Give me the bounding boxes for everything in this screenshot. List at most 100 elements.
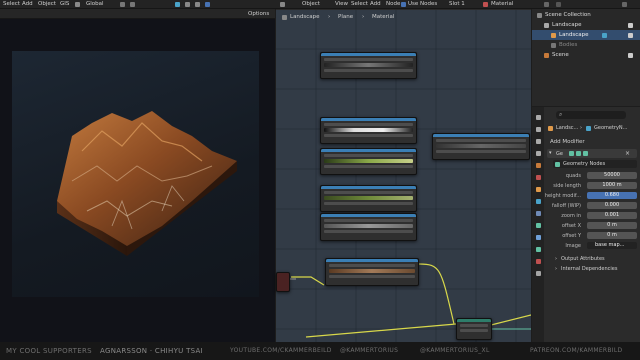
- 3d-viewport[interactable]: [0, 19, 275, 342]
- modifier-header[interactable]: ▾ Ge ×: [547, 149, 637, 158]
- footer-youtube: YOUTUBE.COM/CKAMMERBEILD: [230, 347, 332, 354]
- collection-icon: [544, 23, 549, 28]
- xray-icon[interactable]: [185, 2, 190, 7]
- falloff-slider[interactable]: 0.000: [587, 202, 637, 209]
- footer-supporters: AGNARSSON · CHIHYU TSAI: [100, 347, 203, 355]
- outliner-editor-icon[interactable]: [544, 2, 549, 7]
- options-dropdown[interactable]: Options: [248, 11, 269, 17]
- footer-instagram: @KAMMERTORIUS_XL: [420, 347, 490, 354]
- offset-y-field[interactable]: 0 m: [587, 232, 637, 239]
- edit-mode-icon[interactable]: [569, 151, 574, 156]
- output-attributes-panel[interactable]: › Output Attributes: [553, 255, 637, 263]
- data-tab-icon[interactable]: [536, 247, 541, 252]
- visibility-icon[interactable]: [628, 53, 633, 58]
- outliner-row[interactable]: Scene: [532, 50, 640, 60]
- color-ramp-node[interactable]: [320, 213, 417, 241]
- color-ramp-node[interactable]: [320, 117, 417, 144]
- material-name[interactable]: Material: [491, 1, 513, 7]
- breadcrumb-material: Material: [372, 14, 395, 20]
- color-ramp-node[interactable]: [320, 52, 417, 79]
- tool-tab-icon[interactable]: [536, 115, 541, 120]
- node-menu-view[interactable]: View: [335, 1, 348, 7]
- view-layer-tab-icon[interactable]: [536, 151, 541, 156]
- color-ramp-node[interactable]: [320, 185, 417, 212]
- mix-node[interactable]: [432, 133, 530, 160]
- menu-object[interactable]: Object: [38, 1, 56, 7]
- height-modifier-slider[interactable]: 0.680: [587, 192, 637, 199]
- object-icon: [548, 126, 553, 131]
- side-length-field[interactable]: 1000 m: [587, 182, 637, 189]
- menu-select[interactable]: Select: [3, 1, 20, 7]
- close-icon[interactable]: ×: [625, 150, 630, 157]
- visibility-icon[interactable]: [628, 33, 633, 38]
- image-texture-node[interactable]: [276, 272, 290, 292]
- outliner-row[interactable]: Bodies: [532, 40, 640, 50]
- shading-rendered-icon[interactable]: [205, 2, 210, 7]
- proportional-icon[interactable]: [130, 2, 135, 7]
- editor-type-icon[interactable]: [280, 2, 285, 7]
- object-tab-icon[interactable]: [536, 187, 541, 192]
- internal-dependencies-panel[interactable]: › Internal Dependencies: [553, 265, 637, 273]
- menu-add[interactable]: Add: [22, 1, 33, 7]
- world-tab-icon[interactable]: [536, 175, 541, 180]
- properties-search-input[interactable]: ⌕: [556, 111, 626, 119]
- prop-row-side-length: side length 1000 m: [545, 182, 638, 190]
- mix-color-node[interactable]: [325, 258, 419, 286]
- prop-row-falloff: falloff (WIP) 0.000: [545, 202, 638, 210]
- shading-solid-icon[interactable]: [195, 2, 200, 7]
- modifier-tab-icon[interactable]: [536, 199, 541, 204]
- offset-x-field[interactable]: 0 m: [587, 222, 637, 229]
- prop-row-offset-x: offset X 0 m: [545, 222, 638, 230]
- node-menu-object[interactable]: Object: [302, 1, 320, 7]
- breadcrumb-object: Landscape: [290, 14, 320, 20]
- slot-dropdown[interactable]: Slot 1: [449, 1, 465, 7]
- filter-icon[interactable]: [622, 2, 627, 7]
- object-icon: [282, 15, 287, 20]
- outliner-row[interactable]: Landscape: [532, 20, 640, 30]
- mesh-icon: [551, 33, 556, 38]
- breadcrumb-mesh: Plane: [338, 14, 354, 20]
- overlay-icon[interactable]: [175, 2, 180, 7]
- render-preview: [12, 51, 259, 297]
- material-icon: [483, 2, 488, 7]
- footer-title: MY COOL SUPPORTERS: [6, 347, 92, 355]
- use-nodes-checkbox[interactable]: [401, 2, 406, 7]
- render-icon[interactable]: [583, 151, 588, 156]
- modifier-icon: [586, 126, 591, 131]
- output-node[interactable]: [456, 318, 492, 340]
- scene-tab-icon[interactable]: [536, 163, 541, 168]
- color-ramp-node[interactable]: [320, 148, 417, 175]
- outliner-row-selected[interactable]: Landscape: [532, 30, 640, 40]
- output-tab-icon[interactable]: [536, 139, 541, 144]
- viewport-icon[interactable]: [576, 151, 581, 156]
- menu-gis[interactable]: GIS: [60, 1, 69, 7]
- render-tab-icon[interactable]: [536, 127, 541, 132]
- node-menu-select[interactable]: Select: [351, 1, 368, 7]
- collapse-chevron-icon[interactable]: ▾: [549, 150, 552, 156]
- outliner-search-icon[interactable]: [556, 2, 561, 7]
- material-tab-icon[interactable]: [536, 259, 541, 264]
- footer-twitter: @KAMMERTORIUS: [340, 347, 399, 354]
- physics-tab-icon[interactable]: [536, 223, 541, 228]
- visibility-icon[interactable]: [628, 23, 633, 28]
- top-menu-bar: Select Add Object GIS Global Object View…: [0, 0, 640, 9]
- image-selector[interactable]: base map...: [587, 242, 637, 249]
- outliner-row[interactable]: Scene Collection: [532, 10, 640, 20]
- particles-tab-icon[interactable]: [536, 211, 541, 216]
- add-modifier-button[interactable]: Add Modifier: [547, 137, 637, 146]
- node-group-selector[interactable]: Geometry Nodes: [553, 160, 637, 168]
- orientation-dropdown[interactable]: Global: [86, 1, 104, 7]
- outliner: Scene Collection Landscape Landscape Bod…: [532, 9, 640, 106]
- node-menu-add[interactable]: Add: [370, 1, 381, 7]
- breadcrumb-sep: ›: [362, 14, 365, 20]
- texture-tab-icon[interactable]: [536, 271, 541, 276]
- prop-row-offset-y: offset Y 0 m: [545, 232, 638, 240]
- node-menu-node[interactable]: Node: [386, 1, 400, 7]
- orientation-icon[interactable]: [75, 2, 80, 7]
- collection-icon: [551, 43, 556, 48]
- quads-field[interactable]: 50000: [587, 172, 637, 179]
- snap-icon[interactable]: [120, 2, 125, 7]
- constraints-tab-icon[interactable]: [536, 235, 541, 240]
- zoom-in-field[interactable]: 0.001: [587, 212, 637, 219]
- modifier-icon: [602, 33, 607, 38]
